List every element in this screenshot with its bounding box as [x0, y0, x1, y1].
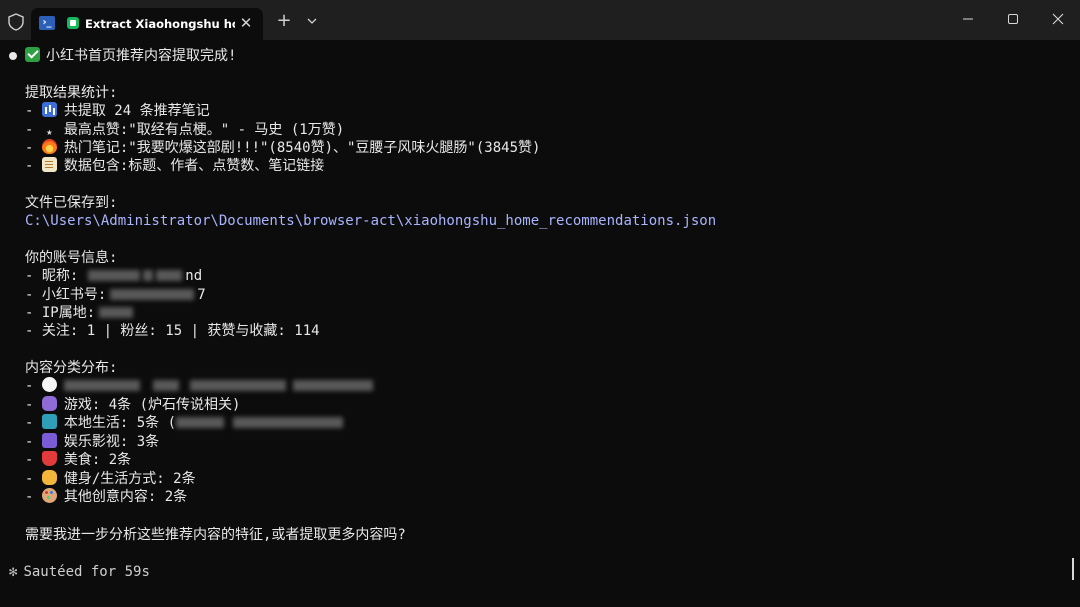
tab-close-icon[interactable]: ✕	[236, 12, 256, 34]
palette-icon	[41, 488, 57, 503]
redacted-text	[110, 289, 195, 300]
stat-item: - ⭑ 最高点赞:"取经有点梗。" - 马史 (1万赞)	[25, 122, 345, 139]
category-item: - 娱乐影视: 3条	[25, 433, 160, 450]
stat-item: - 共提取 24 条推荐笔记	[25, 102, 210, 119]
stat-item: - 数据包含:标题、作者、点赞数、笔记链接	[25, 157, 325, 174]
account-follow-stats: - 关注: 1 | 粉丝: 15 | 获赞与收藏: 114	[25, 323, 320, 339]
maximize-icon	[1008, 14, 1018, 24]
redacted-text	[156, 270, 183, 281]
redacted-text	[176, 417, 225, 428]
redacted-text	[88, 270, 141, 281]
powershell-icon: ›_	[39, 16, 55, 30]
category-title: 内容分类分布:	[25, 360, 118, 376]
clapper-board-icon	[41, 433, 57, 448]
redacted-text	[233, 417, 344, 428]
redacted-text	[99, 307, 134, 318]
tab-active[interactable]: ›_ Extract Xiaohongshu home ✕	[31, 8, 263, 40]
status-line: ✻ Sautéed for 59s	[9, 563, 150, 581]
category-item: - 游戏: 4条 (炉石传说相关)	[25, 396, 241, 413]
account-ip: - IP属地:	[25, 304, 136, 322]
category-item: - 其他创意内容: 2条	[25, 488, 188, 505]
account-id: - 小红书号: 7	[25, 287, 206, 303]
game-controller-icon	[41, 396, 57, 411]
title-bar: ›_ Extract Xiaohongshu home ✕ +	[0, 0, 1080, 40]
close-icon	[1052, 13, 1064, 25]
star-icon: ⭑	[46, 125, 53, 139]
saved-title: 文件已保存到:	[25, 195, 118, 211]
category-item: -	[25, 377, 376, 395]
follow-up-question: 需要我进一步分析这些推荐内容的特征,或者提取更多内容吗?	[25, 527, 406, 543]
saved-file-path[interactable]: C:\Users\Administrator\Documents\browser…	[25, 212, 716, 230]
book-icon	[41, 414, 57, 429]
redacted-text	[63, 380, 140, 391]
bar-chart-icon	[41, 102, 57, 117]
new-tab-button[interactable]: +	[273, 10, 295, 32]
category-item: - 本地生活: 5条 (	[25, 414, 346, 432]
maximize-button[interactable]	[991, 6, 1035, 32]
flexed-biceps-icon	[41, 470, 57, 485]
stats-title: 提取结果统计:	[25, 85, 118, 101]
headline-text: 小红书首页推荐内容提取完成!	[46, 48, 237, 64]
app-icon	[67, 17, 79, 29]
category-item: - 健身/生活方式: 2条	[25, 470, 196, 487]
noodles-icon	[41, 451, 57, 466]
tab-title: Extract Xiaohongshu home	[85, 17, 235, 31]
tab-dropdown-button[interactable]	[301, 10, 323, 32]
redacted-text	[152, 380, 179, 391]
shield-icon[interactable]	[7, 13, 25, 31]
check-mark-icon	[25, 47, 40, 62]
close-button[interactable]	[1036, 6, 1080, 32]
account-title: 你的账号信息:	[25, 250, 118, 266]
minimize-icon	[963, 18, 973, 20]
stat-item: - 热门笔记:"我要吹爆这部剧!!!"(8540赞)、"豆腰子风味火腿肠"(38…	[25, 139, 541, 156]
speech-bubble-icon	[41, 377, 57, 392]
text-cursor	[1072, 558, 1074, 580]
memo-icon	[41, 157, 57, 172]
redacted-text	[292, 380, 373, 391]
redacted-text	[143, 270, 154, 281]
fire-icon	[41, 139, 57, 154]
account-nickname: - 昵称: nd	[25, 268, 203, 284]
category-item: - 美食: 2条	[25, 451, 132, 468]
spinner-icon: ✻	[9, 564, 18, 580]
redacted-text	[189, 380, 286, 391]
chevron-down-icon	[307, 18, 317, 24]
response-bullet	[9, 52, 17, 60]
headline: 小红书首页推荐内容提取完成!	[25, 47, 236, 65]
minimize-button[interactable]	[946, 6, 990, 32]
status-text: Sautéed for 59s	[23, 564, 150, 580]
